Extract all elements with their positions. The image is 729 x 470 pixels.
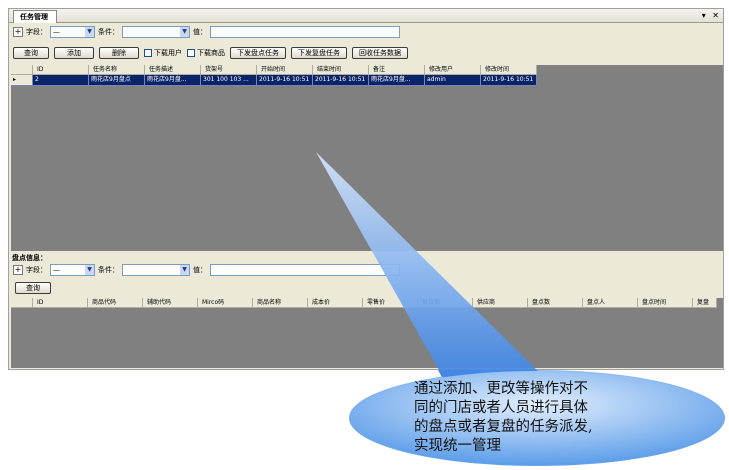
detail-field-select-value: —	[53, 266, 60, 274]
toolbar: 查询 添加 删除 下载用户 下载商品 下发盘点任务 下发复盘任务 回收任务数据	[13, 46, 408, 60]
expand-detail-filter-button[interactable]: +	[13, 265, 23, 275]
download-goods-checkbox[interactable]: 下载商品	[187, 48, 225, 58]
table-cell[interactable]: 2011-9-16 10:51	[481, 75, 537, 86]
tab-bar: 任务管理 ▾ ✕	[9, 9, 723, 23]
download-users-label: 下载用户	[154, 49, 182, 57]
table-cell[interactable]: 2	[33, 75, 89, 86]
detail-toolbar: 查询	[13, 281, 51, 295]
download-goods-label: 下载商品	[197, 49, 225, 57]
condition-label: 条件：	[98, 28, 119, 36]
task-management-window: 任务管理 ▾ ✕ + 字段： — ▼ 条件： ▼ 值： 查询 添加 删除 下载用户…	[8, 8, 724, 370]
header-indicator	[11, 298, 33, 308]
header-cell[interactable]: 盘点数	[528, 298, 583, 308]
chevron-down-icon[interactable]: ▼	[180, 27, 189, 37]
header-cell[interactable]: 任务描述	[145, 65, 201, 75]
detail-value-input[interactable]	[210, 264, 400, 276]
header-cell[interactable]: 供货商	[418, 298, 473, 308]
delete-button[interactable]: 删除	[99, 47, 139, 59]
task-grid: ID 任务名称 任务描述 货架号 开始时间 结束时间 备注 修改用户 修改时间 …	[11, 65, 723, 251]
header-cell[interactable]: 备注	[369, 65, 425, 75]
add-button[interactable]: 添加	[54, 47, 94, 59]
header-cell[interactable]: 辅助代码	[143, 298, 198, 308]
detail-value-label: 值：	[193, 266, 207, 274]
header-indicator	[11, 65, 33, 75]
header-cell[interactable]: 修改时间	[481, 65, 537, 75]
issue-recount-task-button[interactable]: 下发复盘任务	[291, 47, 347, 59]
checkbox-box[interactable]	[187, 49, 195, 57]
table-cell[interactable]: 雨花店9月盘...	[145, 75, 201, 86]
header-cell[interactable]: 供应商	[473, 298, 528, 308]
detail-condition-select[interactable]: ▼	[122, 264, 190, 276]
condition-select[interactable]: ▼	[122, 26, 190, 38]
task-grid-header: ID 任务名称 任务描述 货架号 开始时间 结束时间 备注 修改用户 修改时间	[11, 65, 537, 75]
table-cell[interactable]: 2011-9-16 10:51	[257, 75, 313, 86]
detail-condition-label: 条件：	[98, 266, 119, 274]
table-cell[interactable]: 301 100 103 ...	[201, 75, 257, 86]
count-info-label: 盘点信息：	[12, 254, 47, 262]
detail-query-button[interactable]: 查询	[15, 282, 51, 294]
download-users-checkbox[interactable]: 下载用户	[144, 48, 182, 58]
callout-line: 通过添加、更改等操作对不	[414, 381, 588, 397]
table-row[interactable]: ▸ 2 雨花店9月盘点 雨花店9月盘... 301 100 103 ... 20…	[11, 75, 537, 86]
detail-filter-row: + 字段： — ▼ 条件： ▼ 值：	[13, 263, 400, 277]
filter-row: + 字段： — ▼ 条件： ▼ 值：	[13, 25, 400, 39]
header-cell[interactable]: 修改用户	[425, 65, 481, 75]
table-cell[interactable]: 雨花店9月盘点	[89, 75, 145, 86]
detail-field-select[interactable]: — ▼	[50, 264, 95, 276]
issue-count-task-button[interactable]: 下发盘点任务	[230, 47, 286, 59]
header-cell[interactable]: 结束时间	[313, 65, 369, 75]
table-cell[interactable]: 雨花店9月盘...	[369, 75, 425, 86]
tab-task-management[interactable]: 任务管理	[13, 10, 57, 23]
field-label: 字段：	[26, 28, 47, 36]
header-cell[interactable]: 任务名称	[89, 65, 145, 75]
callout-line: 的盘点或者复盘的任务派发,	[414, 419, 593, 435]
header-cell[interactable]: 开始时间	[257, 65, 313, 75]
table-cell[interactable]: admin	[425, 75, 481, 86]
chevron-down-icon[interactable]: ▼	[85, 265, 94, 275]
header-cell[interactable]: Mirco码	[198, 298, 253, 308]
callout-line: 同的门店或者人员进行具体	[414, 400, 588, 416]
header-cell[interactable]: ID	[33, 65, 89, 75]
chevron-down-icon[interactable]: ▼	[85, 27, 94, 37]
recycle-task-data-button[interactable]: 回收任务数据	[352, 47, 408, 59]
detail-field-label: 字段：	[26, 266, 47, 274]
header-cell[interactable]: ID	[33, 298, 88, 308]
callout-text: 通过添加、更改等操作对不 同的门店或者人员进行具体 的盘点或者复盘的任务派发, …	[414, 380, 674, 456]
header-cell[interactable]: 盘点人	[583, 298, 638, 308]
field-select[interactable]: — ▼	[50, 26, 95, 38]
header-cell[interactable]: 商品代码	[88, 298, 143, 308]
tab-controls[interactable]: ▾ ✕	[702, 10, 721, 21]
count-detail-grid-header: ID 商品代码 辅助代码 Mirco码 商品名称 成本价 零售价 供货商 供应商…	[11, 298, 717, 308]
field-select-value: —	[53, 28, 60, 36]
header-cell[interactable]: 商品名称	[253, 298, 308, 308]
expand-filter-button[interactable]: +	[13, 27, 23, 37]
count-detail-grid: ID 商品代码 辅助代码 Mirco码 商品名称 成本价 零售价 供货商 供应商…	[11, 298, 723, 368]
value-input[interactable]	[210, 26, 400, 38]
value-label: 值：	[193, 28, 207, 36]
header-cell[interactable]: 复盘	[693, 298, 717, 308]
callout-line: 实现统一管理	[414, 438, 501, 454]
checkbox-box[interactable]	[144, 49, 152, 57]
header-cell[interactable]: 零售价	[363, 298, 418, 308]
query-button[interactable]: 查询	[13, 47, 49, 59]
header-cell[interactable]: 盘点时间	[638, 298, 693, 308]
header-cell[interactable]: 成本价	[308, 298, 363, 308]
row-indicator-icon: ▸	[11, 75, 33, 86]
table-cell[interactable]: 2011-9-16 10:51	[313, 75, 369, 86]
header-cell[interactable]: 货架号	[201, 65, 257, 75]
chevron-down-icon[interactable]: ▼	[180, 265, 189, 275]
